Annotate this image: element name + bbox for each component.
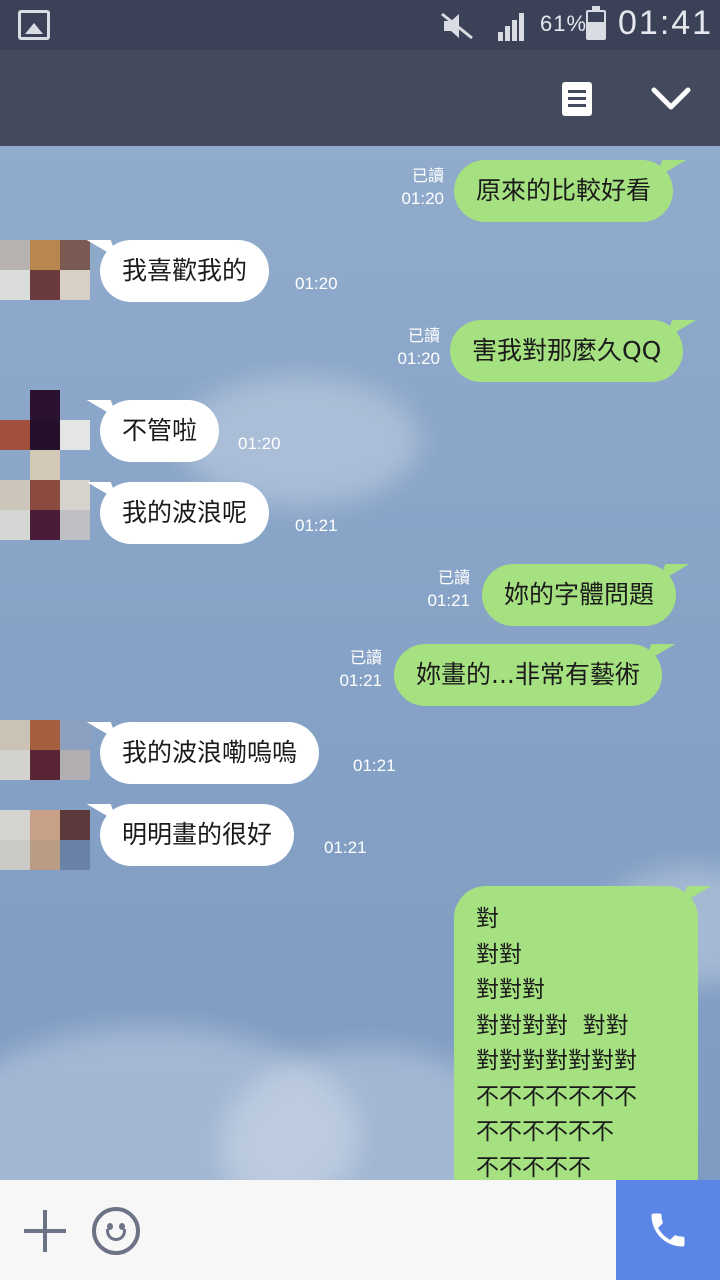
message-line: 不不不不不不 — [476, 1119, 614, 1145]
message-bubble[interactable]: 妳畫的...非常有藝術 — [394, 644, 662, 706]
input-bar — [0, 1180, 720, 1280]
message-line: 對對對對 對對 — [476, 1012, 629, 1039]
avatar[interactable] — [0, 240, 90, 300]
avatar[interactable] — [0, 720, 90, 780]
battery-percent: 61% — [540, 11, 588, 36]
message-meta: 已讀 01:20 — [397, 328, 440, 368]
avatar[interactable] — [0, 810, 90, 870]
chat-header — [0, 50, 720, 146]
message-line: 不不不不不 — [476, 1154, 591, 1181]
message-bubble[interactable]: 不管啦 — [100, 400, 220, 462]
message-bubble[interactable]: 原來的比較好看 — [454, 160, 674, 222]
chevron-down-icon[interactable] — [648, 78, 694, 118]
battery-icon — [586, 6, 606, 40]
message-bubble[interactable]: 明明畫的很好 — [100, 804, 295, 866]
message-bubble[interactable]: 我喜歡我的 — [100, 240, 270, 302]
message-bubble[interactable]: 妳的字體問題 — [482, 564, 677, 626]
emoji-icon[interactable] — [92, 1207, 140, 1255]
message-line: 對對 — [476, 941, 522, 968]
message-line: 對對對對對對對 — [476, 1048, 637, 1074]
message-time: 01:21 — [324, 838, 367, 857]
message-line: 不不不不不不不 — [476, 1083, 637, 1110]
chat-area[interactable]: 已讀 01:20 原來的比較好看 我喜歡我的 01:20 已讀 01:20 害我… — [0, 146, 720, 1180]
message-time: 01:21 — [353, 756, 396, 775]
plus-icon[interactable] — [24, 1210, 66, 1252]
message-bubble[interactable]: 我的波浪呢 — [100, 482, 270, 544]
mute-icon — [441, 12, 473, 40]
message-bubble[interactable]: 我的波浪嘞嗚嗚 — [100, 722, 320, 784]
message-bubble-multiline[interactable]: 對 對對 對對對 對對對對 對對 對對對對對對對 不不不不不不不 不不不不不不 … — [454, 886, 698, 1180]
signal-icon — [498, 13, 524, 41]
message-time: 01:21 — [295, 516, 338, 535]
message-line: 對 — [476, 906, 499, 932]
message-meta: 已讀 01:21 — [427, 570, 470, 610]
note-icon[interactable] — [562, 82, 592, 116]
message-meta: 已讀 01:21 — [339, 650, 382, 690]
message-time: 01:20 — [238, 434, 281, 453]
status-bar: 61% 01:41 — [0, 0, 720, 50]
gallery-icon — [18, 10, 50, 40]
message-meta: 已讀 01:20 — [401, 168, 444, 208]
phone-icon — [651, 1213, 685, 1247]
message-bubble[interactable]: 害我對那麼久QQ — [450, 320, 684, 382]
call-button[interactable] — [616, 1180, 720, 1280]
message-line: 對對對 — [476, 977, 545, 1003]
message-time: 01:20 — [295, 274, 338, 293]
avatar[interactable] — [0, 390, 90, 540]
status-time: 01:41 — [618, 4, 714, 42]
